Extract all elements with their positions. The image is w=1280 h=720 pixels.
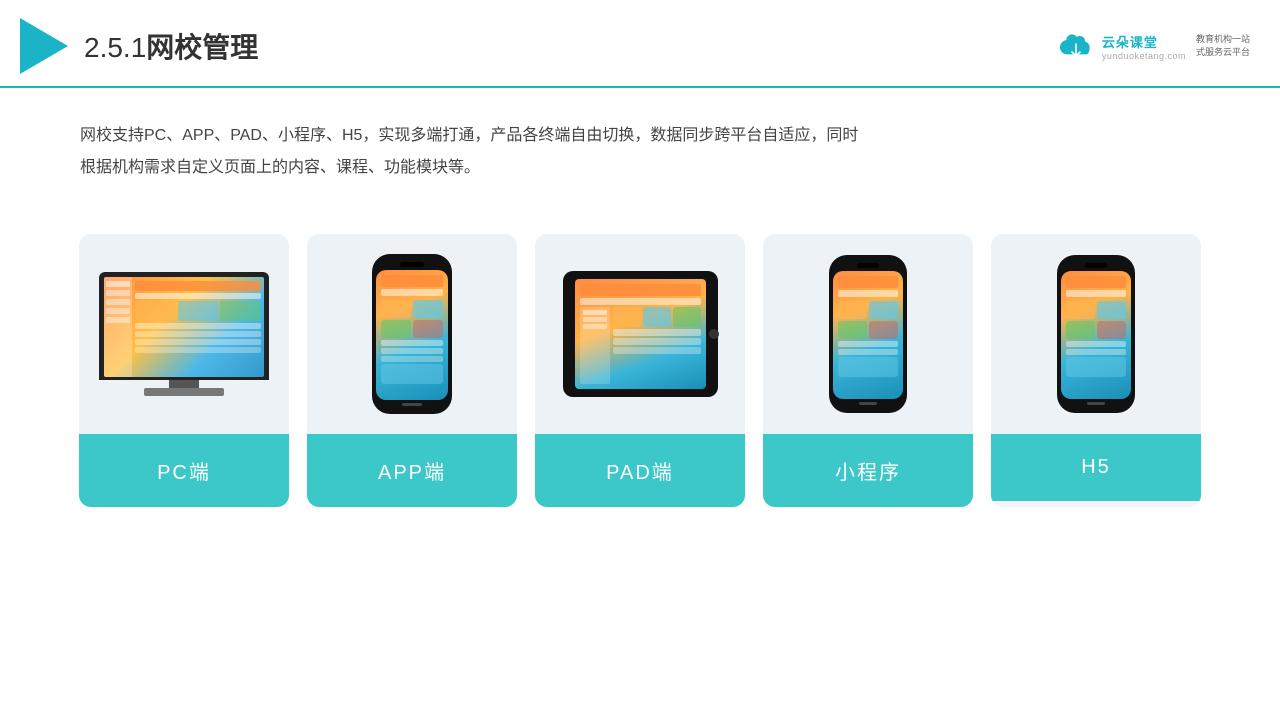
phone-outer-app bbox=[372, 254, 452, 414]
brand-icon: 云朵课堂 yunduoketang.com 教育机构一站式服务云平台 bbox=[1056, 32, 1250, 61]
cards-container: PC端 bbox=[0, 214, 1280, 527]
tablet-mockup bbox=[563, 271, 718, 397]
brand-logo: 云朵课堂 yunduoketang.com 教育机构一站式服务云平台 bbox=[1056, 32, 1250, 61]
brand-name: 云朵课堂 yunduoketang.com bbox=[1102, 32, 1186, 61]
card-app: APP端 bbox=[307, 234, 517, 507]
phone-mockup-h5 bbox=[1057, 255, 1135, 413]
card-miniapp: 小程序 bbox=[763, 234, 973, 507]
cloud-icon bbox=[1056, 32, 1096, 60]
card-label-pc: PC端 bbox=[79, 434, 289, 507]
pc-screen-inner bbox=[104, 277, 264, 377]
device-image-h5 bbox=[991, 234, 1201, 434]
mini-phone-notch-miniapp bbox=[857, 263, 879, 268]
phone-notch-app bbox=[400, 262, 424, 267]
logo-triangle-icon bbox=[20, 18, 68, 74]
card-h5: H5 bbox=[991, 234, 1201, 507]
header-right: 云朵课堂 yunduoketang.com 教育机构一站式服务云平台 bbox=[1056, 32, 1250, 61]
card-pad: PAD端 bbox=[535, 234, 745, 507]
title-number: 2.5.1 bbox=[84, 32, 146, 63]
page-title: 2.5.1网校管理 bbox=[84, 26, 258, 66]
card-label-pad: PAD端 bbox=[535, 434, 745, 507]
title-chinese: 网校管理 bbox=[146, 32, 258, 63]
mini-phone-screen-miniapp bbox=[833, 271, 903, 399]
device-image-miniapp bbox=[763, 234, 973, 434]
mini-phone-notch-h5 bbox=[1085, 263, 1107, 268]
device-image-pc bbox=[79, 234, 289, 434]
pc-screen-outer bbox=[99, 272, 269, 380]
card-label-h5: H5 bbox=[991, 434, 1201, 501]
pc-mockup bbox=[99, 272, 269, 396]
mini-phone-outer-h5 bbox=[1057, 255, 1135, 413]
mini-phone-screen-h5 bbox=[1061, 271, 1131, 399]
tablet-outer bbox=[563, 271, 718, 397]
header: 2.5.1网校管理 云朵课堂 yunduoketang.com 教育机构一站式服… bbox=[0, 0, 1280, 88]
phone-mockup-miniapp bbox=[829, 255, 907, 413]
card-label-miniapp: 小程序 bbox=[763, 434, 973, 507]
phone-mockup-app bbox=[372, 254, 452, 414]
phone-screen-app bbox=[376, 270, 448, 400]
header-left: 2.5.1网校管理 bbox=[20, 18, 258, 74]
brand-tagline: 教育机构一站式服务云平台 bbox=[1196, 33, 1250, 60]
mini-phone-outer-miniapp bbox=[829, 255, 907, 413]
card-label-app: APP端 bbox=[307, 434, 517, 507]
card-pc: PC端 bbox=[79, 234, 289, 507]
description-text: 网校支持PC、APP、PAD、小程序、H5，实现多端打通，产品各终端自由切换，数… bbox=[0, 88, 900, 204]
tablet-screen bbox=[575, 279, 706, 389]
device-image-pad bbox=[535, 234, 745, 434]
device-image-app bbox=[307, 234, 517, 434]
